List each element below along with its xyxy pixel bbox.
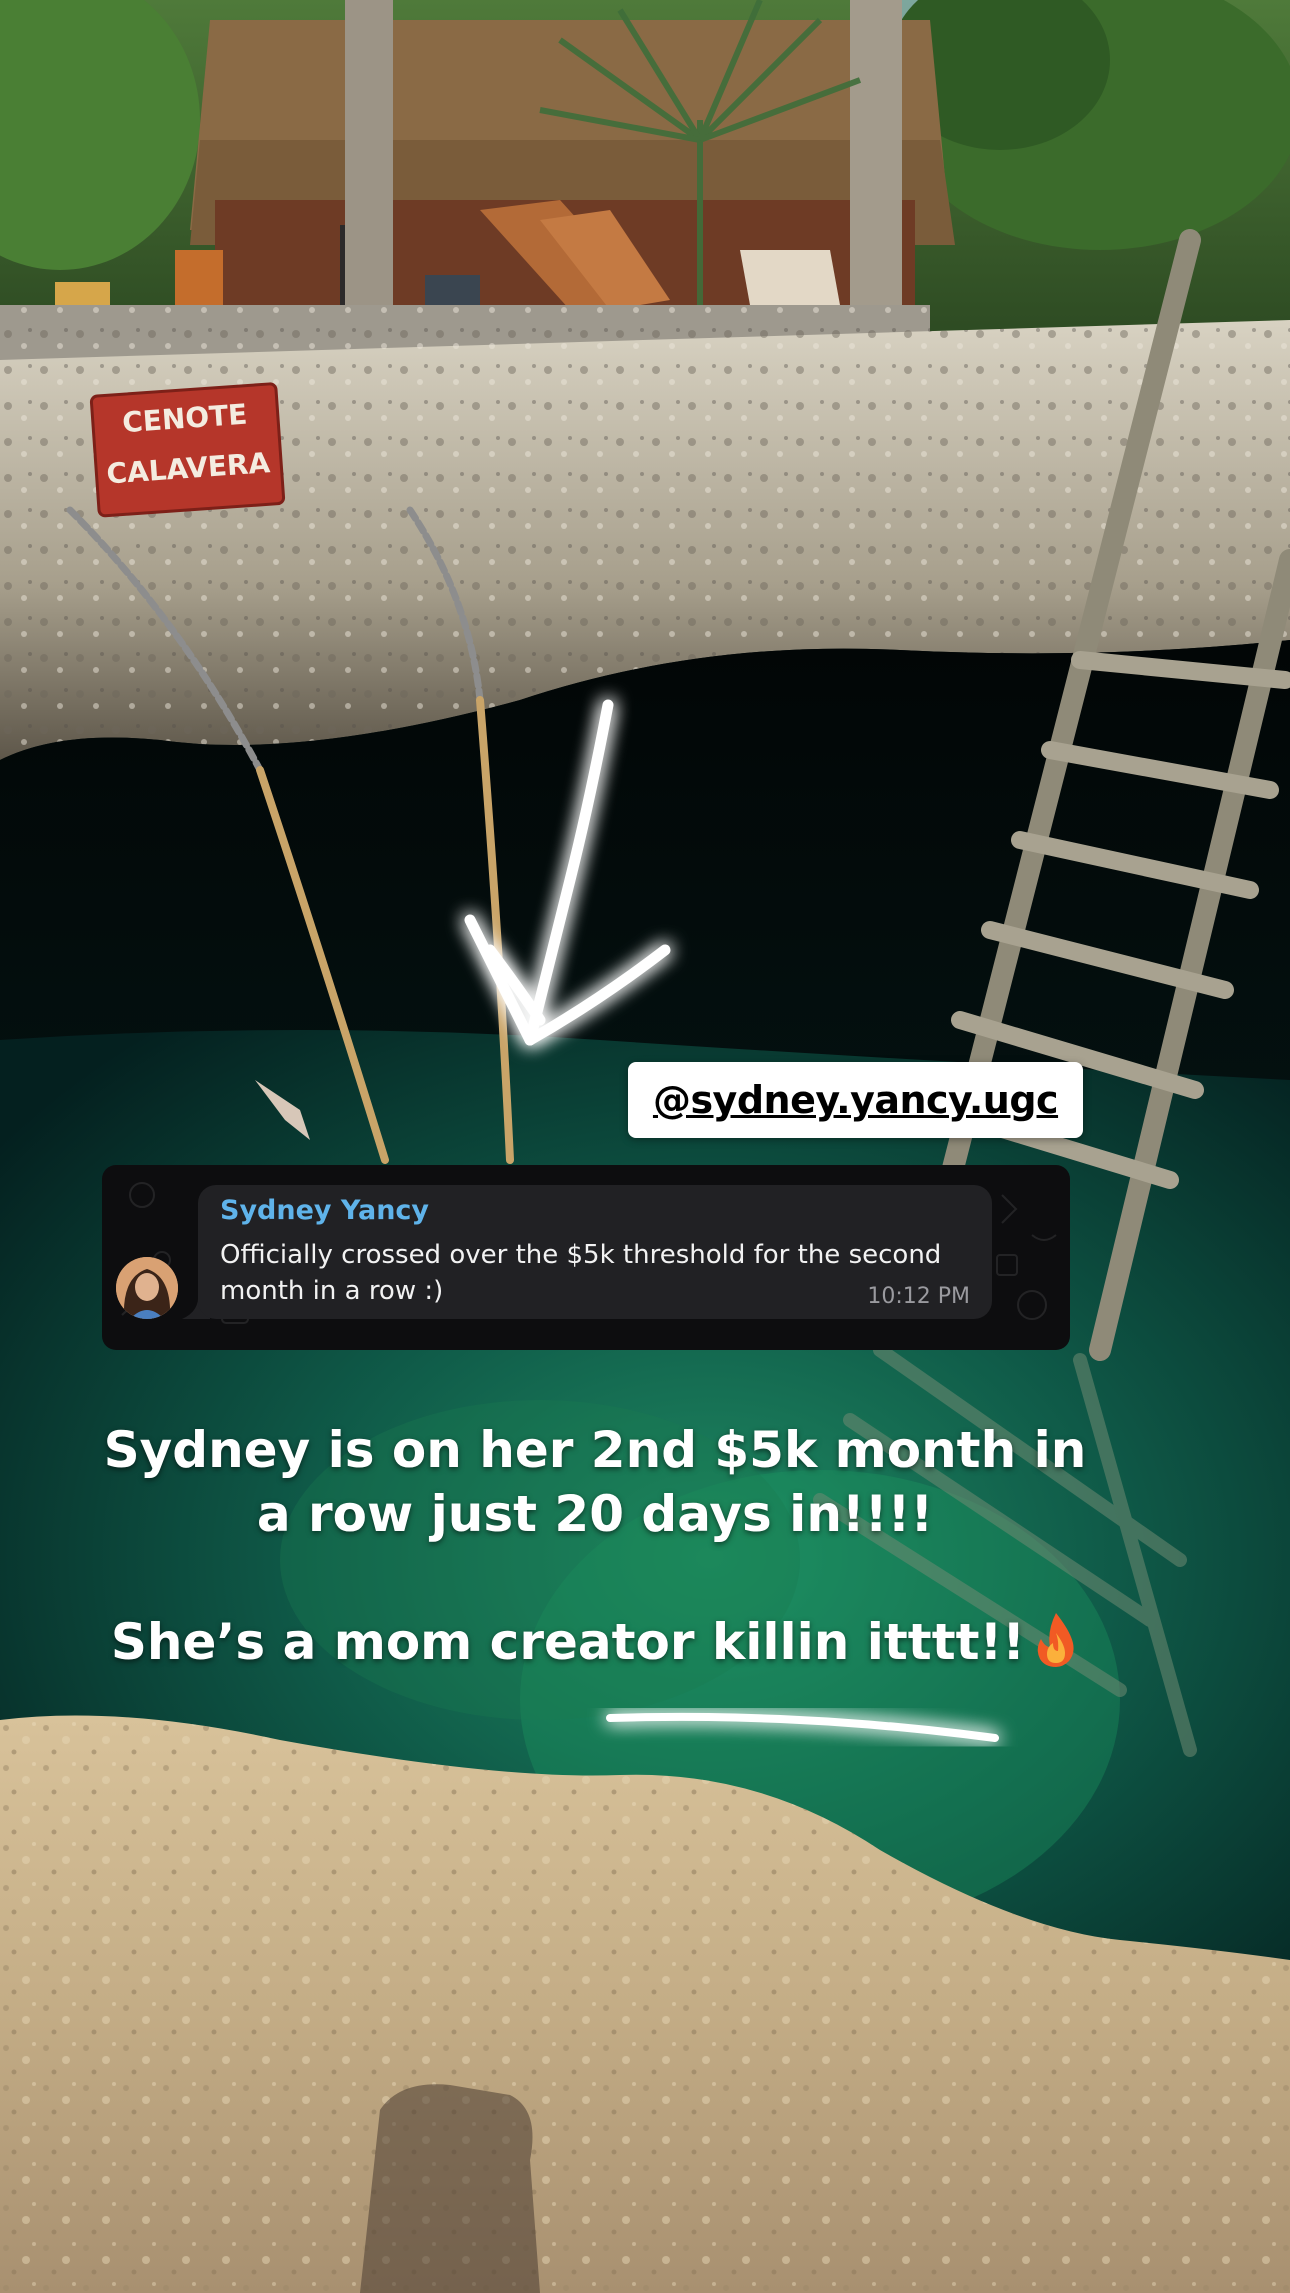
message-time: 10:12 PM [867, 1284, 970, 1309]
message-text: Officially crossed over the $5k threshol… [220, 1240, 942, 1306]
caption-line-2-text: She’s a mom creator killin itttt!! [110, 1613, 1026, 1671]
fire-emoji-icon [1037, 1613, 1074, 1667]
background-photo: CENOTE CALAVERA [0, 0, 1290, 2293]
message-bubble: Sydney Yancy Officially crossed over the… [198, 1185, 992, 1319]
avatar [116, 1257, 178, 1319]
mention-handle[interactable]: @sydney.yancy.ugc [653, 1078, 1059, 1122]
caption-line-2: She’s a mom creator killin itttt!! [80, 1610, 1110, 1674]
mention-sticker[interactable]: @sydney.yancy.ugc [628, 1062, 1083, 1138]
story-caption: Sydney is on her 2nd $5k month in a row … [80, 1418, 1110, 1674]
cenote-sign: CENOTE CALAVERA [89, 382, 286, 518]
chat-screenshot: Sydney Yancy Officially crossed over the… [102, 1165, 1070, 1350]
caption-line-1: Sydney is on her 2nd $5k month in a row … [103, 1421, 1087, 1543]
sender-name: Sydney Yancy [220, 1195, 430, 1226]
